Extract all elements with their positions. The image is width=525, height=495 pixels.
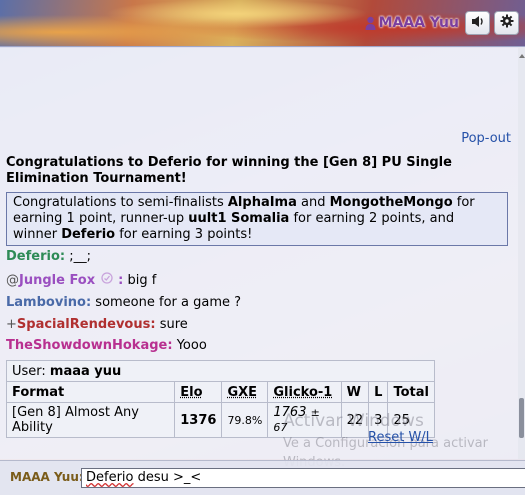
chat-rank: + [6,317,17,332]
chat-username[interactable]: Jungle Fox [19,273,95,288]
tour-text: Congratulations to semi-finalists [13,195,228,210]
cell-wins: 22 [340,402,370,438]
chat-message: Lambovino: someone for a game ? [6,295,241,311]
user-menu[interactable]: MAAA Yuu [365,15,459,31]
col-losses: L [368,381,389,403]
col-gxe[interactable]: GXE [221,381,269,403]
col-wins: W [340,381,370,403]
chat-message: +SpacialRendevous: sure [6,317,188,333]
popout-link[interactable]: Pop-out [461,131,511,146]
chat-username[interactable]: TheShowdownHokage: [6,338,173,353]
chat-text: Yooo [176,338,207,353]
gxe-value: 79.8% [227,413,263,427]
tour-text: and [296,195,330,210]
chat-input-text[interactable]: Deferio desu >_< [86,470,201,485]
user-area: MAAA Yuu [365,10,519,36]
status-badge-icon [97,272,116,287]
chat-username[interactable]: SpacialRendevous: [17,317,156,332]
chat-input-word[interactable]: Deferio [86,470,134,485]
col-gxe-label[interactable]: GXE [227,385,257,400]
input-username: MAAA Yuu: [10,470,84,484]
sound-button[interactable] [465,11,490,35]
semifinalist-2: MongotheMongo [329,195,453,210]
ladder-user-label: User: [12,363,50,379]
cell-glicko: 1763 ± 67 [267,402,342,438]
elo-value: 1376 [180,412,217,428]
chat-message: @Jungle Fox : big f [6,272,156,289]
tour-text: for earning 3 points! [115,227,253,242]
col-elo-label[interactable]: Elo [180,385,202,400]
gear-icon [500,14,514,32]
cell-gxe: 79.8% [221,402,269,438]
tournament-points-box: Congratulations to semi-finalists AlphaI… [6,192,508,246]
col-glicko[interactable]: Glicko-1 [267,381,342,403]
ladder-table: User: maaa yuu Format Elo GXE Glicko-1 W… [5,360,435,438]
chat-text: someone for a game ? [95,295,242,310]
col-format: Format [5,381,176,403]
winner: Deferio [61,227,116,242]
scroll-thumb[interactable] [519,398,524,438]
chat-text: sure [159,317,188,332]
semifinalist-1: AlphaIma [227,195,297,210]
scroll-up-arrow-icon[interactable] [519,54,525,58]
cell-format: [Gen 8] Almost Any Ability [5,402,176,438]
chat-rank: @ [6,273,19,288]
chat-text: ;__; [69,249,91,264]
volume-icon [471,15,485,32]
chat-message: TheShowdownHokage: Yooo [6,338,207,354]
chat-input[interactable]: Deferio desu >_< [81,468,525,488]
top-header: MAAA Yuu [0,0,525,47]
ladder-user-cell: User: maaa yuu [6,360,435,382]
glicko-value: 1763 [273,405,307,420]
cell-elo: 1376 [174,402,223,438]
chat-text: big f [127,273,157,288]
header-username[interactable]: MAAA Yuu [379,15,459,31]
chat-message: Deferio: ;__; [6,249,91,265]
ladder-header-row: Format Elo GXE Glicko-1 W L Total [5,381,435,403]
col-elo[interactable]: Elo [174,381,223,403]
ladder-user-name: maaa yuu [49,363,122,379]
chat-username[interactable]: Deferio: [6,249,65,264]
user-icon [365,16,376,30]
chat-input-rest[interactable]: desu >_< [134,470,202,485]
settings-button[interactable] [494,11,519,35]
col-glicko-label[interactable]: Glicko-1 [273,385,332,400]
chat-username-colon: : [118,273,124,288]
tournament-winner-message: Congratulations to Deferio for winning t… [6,155,452,186]
chat-scrollbar[interactable] [518,48,525,459]
reset-wl-button[interactable]: Reset W/L [368,430,433,445]
chat-username[interactable]: Lambovino: [6,295,91,310]
chat-input-bar: MAAA Yuu: Deferio desu >_< [0,460,525,495]
col-total: Total [387,381,435,403]
runner-up: uult1 Somalia [188,211,290,226]
ladder-user-row: User: maaa yuu [6,360,435,382]
